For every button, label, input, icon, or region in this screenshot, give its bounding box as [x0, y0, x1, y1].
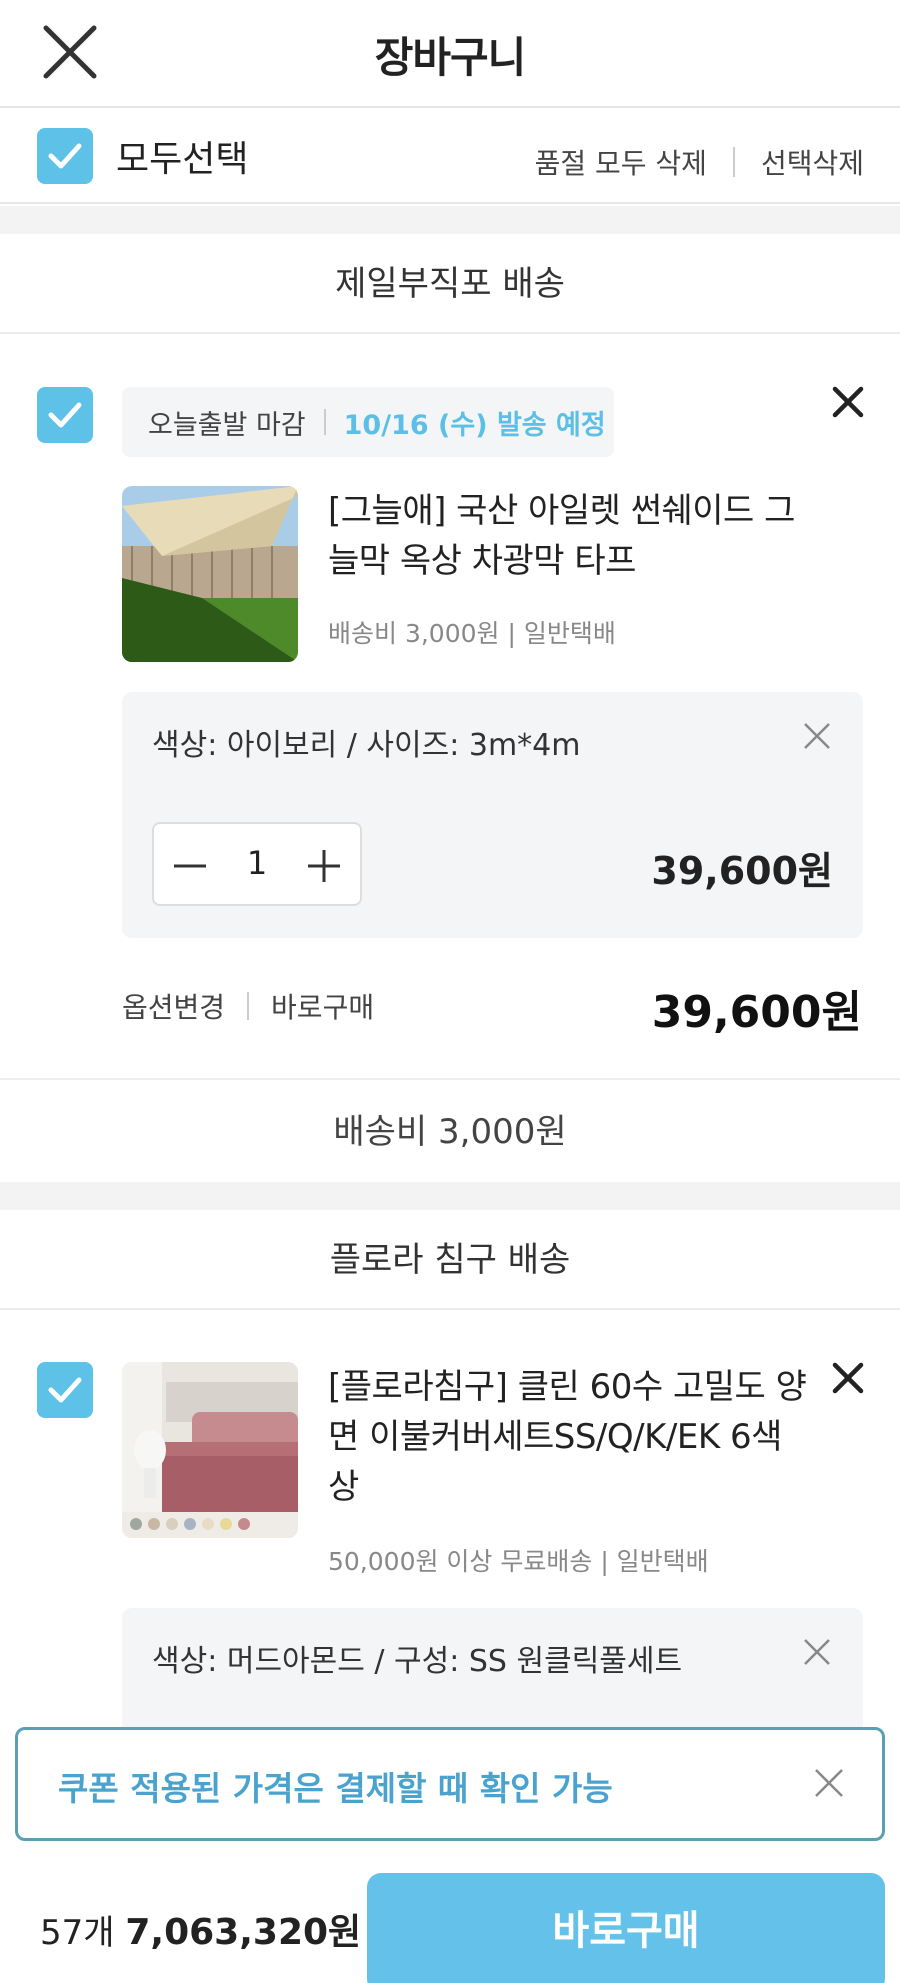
remove-option-icon[interactable]: [801, 720, 833, 752]
buy-now-link[interactable]: 바로구매: [271, 986, 374, 1026]
select-all-checkbox[interactable]: [37, 128, 93, 184]
product-shipping-info: 배송비 3,000원 | 일반택배: [328, 619, 616, 648]
product-thumbnail[interactable]: [122, 486, 298, 662]
change-option-button[interactable]: 옵션변경: [122, 986, 225, 1026]
coupon-notice-text: 쿠폰 적용된 가격은 결제할 때 확인 가능: [58, 1769, 613, 1808]
remove-option-icon[interactable]: [801, 1636, 833, 1668]
option-label: 색상: 머드아몬드 / 구성: SS 원클릭풀세트: [152, 1644, 683, 1679]
shop-shipping-fee: 배송비 3,000원: [0, 1078, 900, 1182]
delete-selected-button[interactable]: 선택삭제: [761, 142, 864, 182]
ship-date-label: 10/16 (수) 발송 예정: [343, 409, 606, 441]
option-label: 색상: 아이보리 / 사이즈: 3m*4m: [152, 728, 581, 763]
item-count: 57개: [40, 1913, 115, 1953]
check-icon: [48, 402, 82, 428]
option-price: 39,600원: [651, 849, 833, 893]
header-bar: 장바구니: [0, 0, 900, 108]
coupon-notice: 쿠폰 적용된 가격은 결제할 때 확인 가능: [15, 1727, 885, 1841]
total-summary: 57개 7,063,320원: [40, 1903, 361, 1955]
item-actions: 옵션변경 바로구매: [122, 986, 374, 1026]
product-title[interactable]: [그늘애] 국산 아일렛 썬쉐이드 그 늘막 옥상 차광막 타프: [328, 486, 818, 586]
check-icon: [48, 1377, 82, 1403]
item-total-price: 39,600원: [651, 987, 862, 1038]
item-checkbox[interactable]: [37, 1362, 93, 1418]
product-title-line: 상: [328, 1467, 359, 1507]
section-gap: [0, 206, 900, 234]
cutoff-label: 오늘출발 마감: [148, 409, 306, 441]
quantity-stepper: 1: [152, 822, 362, 906]
shipping-tag: 오늘출발 마감 10/16 (수) 발송 예정: [122, 387, 614, 457]
product-title-line: 면 이불커버세트SS/Q/K/EK 6색: [328, 1417, 782, 1457]
product-title-line: [그늘애] 국산 아일렛 썬쉐이드 그: [328, 491, 795, 531]
top-actions: 품절 모두 삭제 선택삭제: [535, 142, 864, 182]
section-gap: [0, 1182, 900, 1210]
option-box: 색상: 아이보리 / 사이즈: 3m*4m 1 39,600원: [122, 692, 863, 938]
divider: [732, 147, 735, 177]
buy-now-button[interactable]: 바로구매: [367, 1873, 885, 1983]
divider: [247, 992, 250, 1020]
delete-item-icon[interactable]: [830, 1360, 866, 1396]
total-price: 7,063,320원: [125, 1912, 362, 1953]
product-thumbnail[interactable]: [122, 1362, 298, 1538]
check-icon: [48, 143, 82, 169]
select-bar: 모두선택 품절 모두 삭제 선택삭제: [0, 110, 900, 204]
delete-soldout-button[interactable]: 품절 모두 삭제: [535, 142, 707, 182]
checkout-bar: 57개 7,063,320원 바로구매: [0, 1843, 900, 1983]
close-icon[interactable]: [812, 1766, 846, 1800]
delete-item-icon[interactable]: [830, 384, 866, 420]
product-title-line: 늘막 옥상 차광막 타프: [328, 541, 636, 581]
plus-icon[interactable]: [306, 848, 342, 884]
product-title[interactable]: [플로라침구] 클린 60수 고밀도 양 면 이불커버세트SS/Q/K/EK 6…: [328, 1362, 818, 1512]
product-title-line: [플로라침구] 클린 60수 고밀도 양: [328, 1367, 807, 1407]
divider: [323, 409, 326, 435]
item-checkbox[interactable]: [37, 387, 93, 443]
product-shipping-info: 50,000원 이상 무료배송 | 일반택배: [328, 1547, 709, 1576]
shop-header: 제일부직포 배송: [0, 234, 900, 334]
option-box: 색상: 머드아몬드 / 구성: SS 원클릭풀세트: [122, 1608, 863, 1728]
page-title: 장바구니: [374, 33, 527, 82]
select-all-label[interactable]: 모두선택: [116, 130, 248, 182]
shop-header: 플로라 침구 배송: [0, 1210, 900, 1310]
